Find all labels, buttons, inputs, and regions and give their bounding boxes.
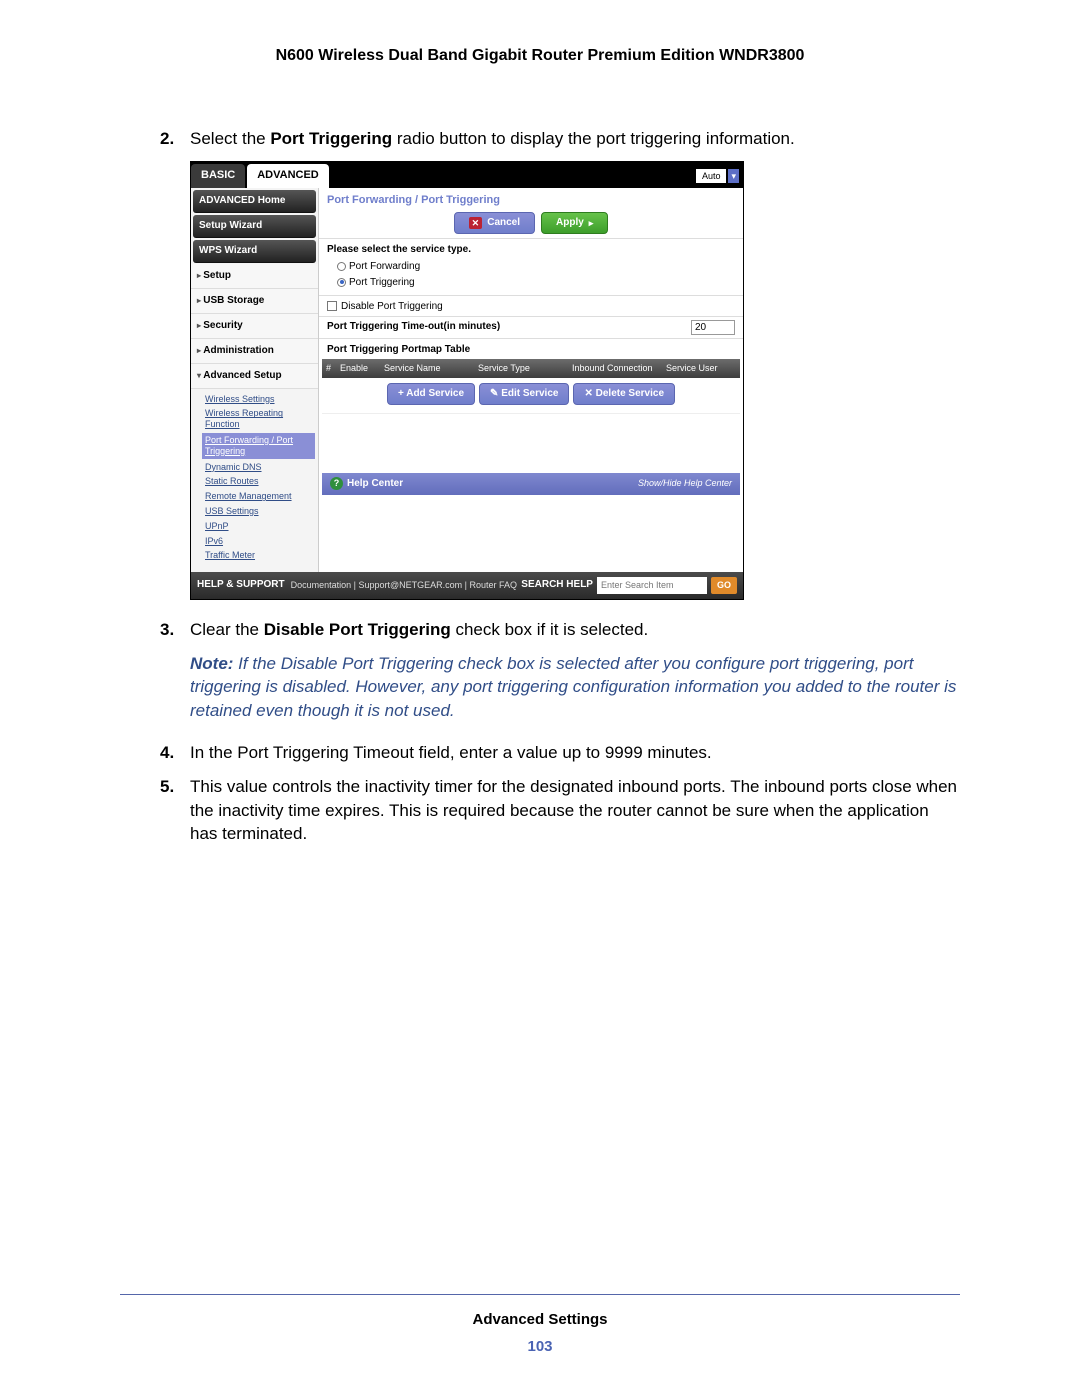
x-icon: ✕	[469, 217, 483, 230]
step-2-number: 2.	[160, 127, 174, 151]
delete-service-button[interactable]: ✕ Delete Service	[573, 383, 675, 405]
timeout-label: Port Triggering Time-out(in minutes)	[327, 320, 500, 334]
portmap-table-header: # Enable Service Name Service Type Inbou…	[322, 359, 740, 378]
step-5: 5. This value controls the inactivity ti…	[160, 775, 960, 846]
sublink-static-routes[interactable]: Static Routes	[205, 474, 312, 489]
help-content-area	[322, 495, 740, 553]
col-inbound: Inbound Connection	[572, 362, 666, 375]
apply-label: Apply	[556, 216, 584, 230]
sublink-port-forwarding-triggering[interactable]: Port Forwarding / Port Triggering	[202, 433, 315, 459]
sublink-wireless-settings[interactable]: Wireless Settings	[205, 392, 312, 407]
edit-service-button[interactable]: ✎ Edit Service	[479, 383, 569, 405]
apply-button[interactable]: Apply ▸	[541, 212, 608, 234]
col-service-user: Service User	[666, 362, 736, 375]
add-service-button[interactable]: + Add Service	[387, 383, 475, 405]
cancel-button[interactable]: ✕ Cancel	[454, 212, 535, 234]
auto-refresh-dropdown[interactable]: Auto ▾	[696, 169, 739, 184]
document-header-title: N600 Wireless Dual Band Gigabit Router P…	[120, 45, 960, 67]
help-support-label: HELP & SUPPORT	[197, 578, 285, 592]
router-ui-screenshot: BASIC ADVANCED Auto ▾ ADVANCED Home Setu…	[190, 161, 744, 600]
step-2: 2. Select the Port Triggering radio butt…	[160, 127, 960, 599]
radio-port-triggering[interactable]: Port Triggering	[319, 275, 743, 291]
sublink-dynamic-dns[interactable]: Dynamic DNS	[205, 460, 312, 475]
sublink-usb-settings[interactable]: USB Settings	[205, 504, 312, 519]
step-3-text-bold: Disable Port Triggering	[264, 620, 451, 639]
panel-title: Port Forwarding / Port Triggering	[327, 193, 500, 208]
step-5-text: This value controls the inactivity timer…	[190, 777, 957, 844]
sidebar-advanced-home[interactable]: ADVANCED Home	[193, 190, 316, 213]
service-type-label: Please select the service type.	[319, 238, 743, 259]
step-4-text: In the Port Triggering Timeout field, en…	[190, 743, 712, 762]
note-block: Note: If the Disable Port Triggering che…	[190, 652, 960, 723]
help-center-label: Help Center	[347, 478, 403, 489]
help-support-links[interactable]: Documentation | Support@NETGEAR.com | Ro…	[291, 579, 517, 592]
step-3-text-post: check box if it is selected.	[451, 620, 648, 639]
col-service-type: Service Type	[478, 362, 572, 375]
sublink-traffic-meter[interactable]: Traffic Meter	[205, 548, 312, 563]
radio-icon	[337, 262, 346, 271]
step-2-text-pre: Select the	[190, 129, 270, 148]
step-2-text-bold: Port Triggering	[270, 129, 392, 148]
footer-section-title: Advanced Settings	[120, 1309, 960, 1330]
timeout-input[interactable]	[691, 320, 735, 335]
sidebar-item-administration[interactable]: Administration	[191, 339, 318, 364]
note-label: Note:	[190, 654, 233, 673]
cancel-label: Cancel	[487, 216, 520, 230]
footer-page-number: 103	[120, 1336, 960, 1357]
radio-selected-icon	[337, 278, 346, 287]
main-panel: Port Forwarding / Port Triggering ✕ Cance…	[319, 188, 743, 573]
col-enable: Enable	[340, 362, 384, 375]
sublink-wireless-repeating[interactable]: Wireless Repeating Function	[205, 406, 312, 432]
go-button[interactable]: GO	[711, 577, 737, 594]
sidebar-setup-wizard[interactable]: Setup Wizard	[193, 215, 316, 238]
table-body-empty	[322, 413, 740, 473]
show-hide-help-link[interactable]: Show/Hide Help Center	[638, 477, 732, 490]
note-text: If the Disable Port Triggering check box…	[190, 654, 956, 721]
sidebar-item-security[interactable]: Security	[191, 314, 318, 339]
radio-triggering-label: Port Triggering	[349, 277, 415, 288]
radio-port-forwarding[interactable]: Port Forwarding	[319, 259, 743, 275]
search-help-input[interactable]: Enter Search Item	[597, 577, 707, 594]
search-help-label: SEARCH HELP	[521, 578, 593, 592]
sublink-upnp[interactable]: UPnP	[205, 519, 312, 534]
portmap-table-title: Port Triggering Portmap Table	[319, 338, 743, 359]
page-footer: Advanced Settings 103	[120, 1294, 960, 1357]
sublink-ipv6[interactable]: IPv6	[205, 534, 312, 549]
step-5-number: 5.	[160, 775, 174, 799]
sidebar: ADVANCED Home Setup Wizard WPS Wizard Se…	[191, 188, 319, 573]
disable-triggering-checkbox[interactable]	[327, 301, 337, 311]
auto-refresh-label: Auto	[696, 169, 727, 184]
dropdown-arrow-icon: ▾	[728, 169, 739, 184]
sidebar-item-usb-storage[interactable]: USB Storage	[191, 289, 318, 314]
disable-triggering-label: Disable Port Triggering	[341, 301, 443, 312]
sidebar-item-advanced-setup[interactable]: Advanced Setup	[191, 364, 318, 389]
question-icon: ?	[330, 477, 343, 490]
help-center-toggle[interactable]: ? Help Center	[330, 477, 403, 491]
step-3: 3. Clear the Disable Port Triggering che…	[160, 618, 960, 723]
step-4-number: 4.	[160, 741, 174, 765]
col-num: #	[326, 362, 340, 375]
step-4: 4. In the Port Triggering Timeout field,…	[160, 741, 960, 765]
sidebar-wps-wizard[interactable]: WPS Wizard	[193, 240, 316, 263]
tab-basic[interactable]: BASIC	[191, 164, 245, 187]
col-service-name: Service Name	[384, 362, 478, 375]
radio-forwarding-label: Port Forwarding	[349, 261, 420, 272]
step-2-text-post: radio button to display the port trigger…	[392, 129, 795, 148]
step-3-text-pre: Clear the	[190, 620, 264, 639]
arrow-right-icon: ▸	[589, 217, 594, 230]
tab-advanced[interactable]: ADVANCED	[247, 164, 329, 187]
sidebar-item-setup[interactable]: Setup	[191, 264, 318, 289]
sublink-remote-management[interactable]: Remote Management	[205, 489, 312, 504]
step-3-number: 3.	[160, 618, 174, 642]
